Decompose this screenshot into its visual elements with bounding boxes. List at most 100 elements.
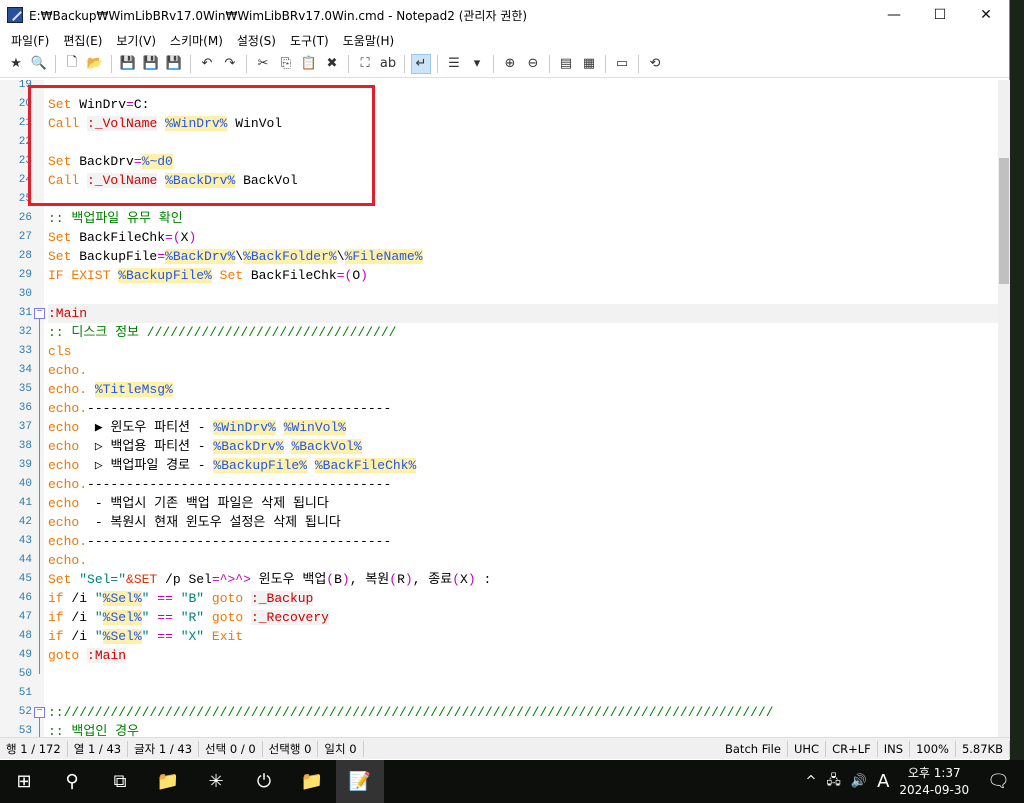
menu-item[interactable]: 보기(V)	[109, 32, 163, 49]
code-line[interactable]: 29 IF EXIST %BackupFile% Set BackFileChk=…	[0, 266, 998, 285]
close-button[interactable]: ✕	[963, 0, 1009, 30]
zoom-in-button[interactable]: ⊕	[500, 54, 520, 74]
code-line[interactable]: 39 echo ▷ 백업파일 경로 - %BackupFile% %BackFil…	[0, 456, 998, 475]
status-field[interactable]: INS	[878, 740, 911, 757]
code-line[interactable]: 33 cls	[0, 342, 998, 361]
customize-scheme-button[interactable]: ▦	[579, 54, 599, 74]
status-field[interactable]: 5.87KB	[956, 740, 1010, 757]
code-line[interactable]: 47 if /i "%Sel%" == "R" goto :_Recovery	[0, 608, 998, 627]
scheme-button[interactable]: ☰	[444, 54, 464, 74]
token-op: (	[326, 572, 335, 587]
minimize-button[interactable]: —	[871, 0, 917, 30]
replace-button[interactable]: ab	[378, 54, 398, 74]
find-button[interactable]: ⛶	[355, 54, 375, 74]
code-line[interactable]: 35 echo. %TitleMsg%	[0, 380, 998, 399]
status-field[interactable]: Batch File	[719, 740, 788, 757]
file-explorer-taskbar-button[interactable]: 📁	[288, 760, 336, 803]
line-number: 46	[18, 592, 32, 604]
zoom-out-button[interactable]: ⊖	[523, 54, 543, 74]
status-field[interactable]: 100%	[910, 740, 956, 757]
menu-item[interactable]: 설정(S)	[230, 32, 283, 49]
new-file-button[interactable]: 🗋	[62, 54, 82, 74]
scheme-list-button[interactable]: ▤	[556, 54, 576, 74]
menu-item[interactable]: 파일(F)	[4, 32, 56, 49]
maximize-button[interactable]: ☐	[917, 0, 963, 30]
token-var: %BackFolder%	[243, 249, 337, 264]
clock[interactable]: 오후 1:37 2024-09-30	[899, 765, 969, 799]
line-code: echo.-----------------------------------…	[48, 475, 998, 494]
code-line[interactable]: 27 Set BackFileChk=(X)	[0, 228, 998, 247]
file-explorer-taskbar-button[interactable]: 📁	[144, 760, 192, 803]
code-line[interactable]: 40 echo.---------------------------------…	[0, 475, 998, 494]
ime-indicator[interactable]: A	[877, 771, 889, 792]
taskbar: ⊞ ⚲ ⧉ 📁 ✳ ⏻ 📁 📝 ^ 🖧 🔊 A 오후 1:37 2024-09-30 🗨	[0, 760, 1024, 803]
dropdown-button[interactable]: ▾	[467, 54, 487, 74]
code-line[interactable]: 42 echo - 복원시 현재 윈도우 설정은 삭제 됩니다	[0, 513, 998, 532]
code-line[interactable]: 43 echo.---------------------------------…	[0, 532, 998, 551]
notepad2-app-icon[interactable]	[7, 7, 23, 23]
code-line[interactable]: 37 echo ▶ 윈도우 파티션 - %WinDrv% %WinVol%	[0, 418, 998, 437]
status-field[interactable]: CR+LF	[826, 740, 878, 757]
fold-toggle-icon[interactable]: −	[34, 707, 45, 718]
volume-icon[interactable]: 🔊	[851, 774, 867, 789]
menu-item[interactable]: 편집(E)	[56, 32, 109, 49]
save-button[interactable]: 💾	[141, 54, 161, 74]
code-line[interactable]: 53:: 백업인 경우	[0, 722, 998, 737]
save-disabled-button[interactable]: 💾	[118, 54, 138, 74]
token-kw: if	[48, 610, 64, 625]
code-line[interactable]: 44 echo.	[0, 551, 998, 570]
notifications-icon[interactable]: 🗨	[987, 771, 1010, 792]
scrollbar-thumb[interactable]	[999, 158, 1009, 284]
save-all-button[interactable]: 💾	[164, 54, 184, 74]
code-line[interactable]: 28 Set BackupFile=%BackDrv%\%BackFolder%\…	[0, 247, 998, 266]
token-txt: ---------------------------------------	[87, 534, 392, 549]
code-line[interactable]: 32:: 디스크 정보 ////////////////////////////…	[0, 323, 998, 342]
tray-chevron-icon[interactable]: ^	[805, 774, 816, 789]
line-code: echo - 백업시 기존 백업 파일은 삭제 됩니다	[48, 494, 998, 513]
code-line[interactable]: 26:: 백업파일 유무 확인	[0, 209, 998, 228]
code-line[interactable]: 36 echo.---------------------------------…	[0, 399, 998, 418]
red-app-taskbar-button[interactable]: ⏻	[240, 760, 288, 803]
code-line[interactable]: 31−:Main	[0, 304, 998, 323]
code-line[interactable]: 52−::///////////////////////////////////…	[0, 703, 998, 722]
green-app-taskbar-button[interactable]: ✳	[192, 760, 240, 803]
code-line[interactable]: 45 Set "Sel="&SET /p Sel=^>^> 윈도우 백업(B), …	[0, 570, 998, 589]
status-field[interactable]: UHC	[788, 740, 827, 757]
task-view-taskbar-button[interactable]: ⧉	[96, 760, 144, 803]
code-line[interactable]: 51	[0, 684, 998, 703]
notepad2-taskbar-button[interactable]: 📝	[336, 760, 384, 803]
search-taskbar-button[interactable]: ⚲	[48, 760, 96, 803]
paste-button[interactable]: 📋	[299, 54, 319, 74]
vertical-scrollbar[interactable]	[998, 80, 1010, 737]
code-line[interactable]: 38 echo ▷ 백업용 파티션 - %BackDrv% %BackVol%	[0, 437, 998, 456]
redo-button[interactable]: ↷	[220, 54, 240, 74]
toolbar-separator	[55, 54, 56, 73]
word-wrap-button[interactable]: ↵	[411, 53, 431, 74]
code-line[interactable]: 30	[0, 285, 998, 304]
code-line[interactable]: 46 if /i "%Sel%" == "B" goto :_Backup	[0, 589, 998, 608]
copy-button[interactable]: ⎘	[276, 54, 296, 74]
exit-button[interactable]: ⟲	[645, 54, 665, 74]
fold-toggle-icon[interactable]: −	[34, 308, 45, 319]
console-button[interactable]: ▭	[612, 54, 632, 74]
token-kw: IF EXIST	[48, 268, 111, 283]
menu-item[interactable]: 도구(T)	[283, 32, 336, 49]
find-file-button[interactable]: 🔍	[29, 54, 49, 74]
code-line[interactable]: 49 goto :Main	[0, 646, 998, 665]
token-op: ==	[157, 591, 173, 606]
code-line[interactable]: 48 if /i "%Sel%" == "X" Exit	[0, 627, 998, 646]
menu-item[interactable]: 스키마(M)	[163, 32, 230, 49]
delete-button[interactable]: ✖	[322, 54, 342, 74]
code-line[interactable]: 34 echo.	[0, 361, 998, 380]
cut-button[interactable]: ✂	[253, 54, 273, 74]
windows-start-taskbar-button[interactable]: ⊞	[0, 760, 48, 803]
code-line[interactable]: 41 echo - 백업시 기존 백업 파일은 삭제 됩니다	[0, 494, 998, 513]
code-line[interactable]: 50	[0, 665, 998, 684]
undo-button[interactable]: ↶	[197, 54, 217, 74]
favorites-button[interactable]: ★	[6, 54, 26, 74]
open-file-button[interactable]: 📂	[85, 54, 105, 74]
network-icon[interactable]: 🖧	[826, 771, 841, 793]
menu-item[interactable]: 도움말(H)	[336, 32, 402, 49]
